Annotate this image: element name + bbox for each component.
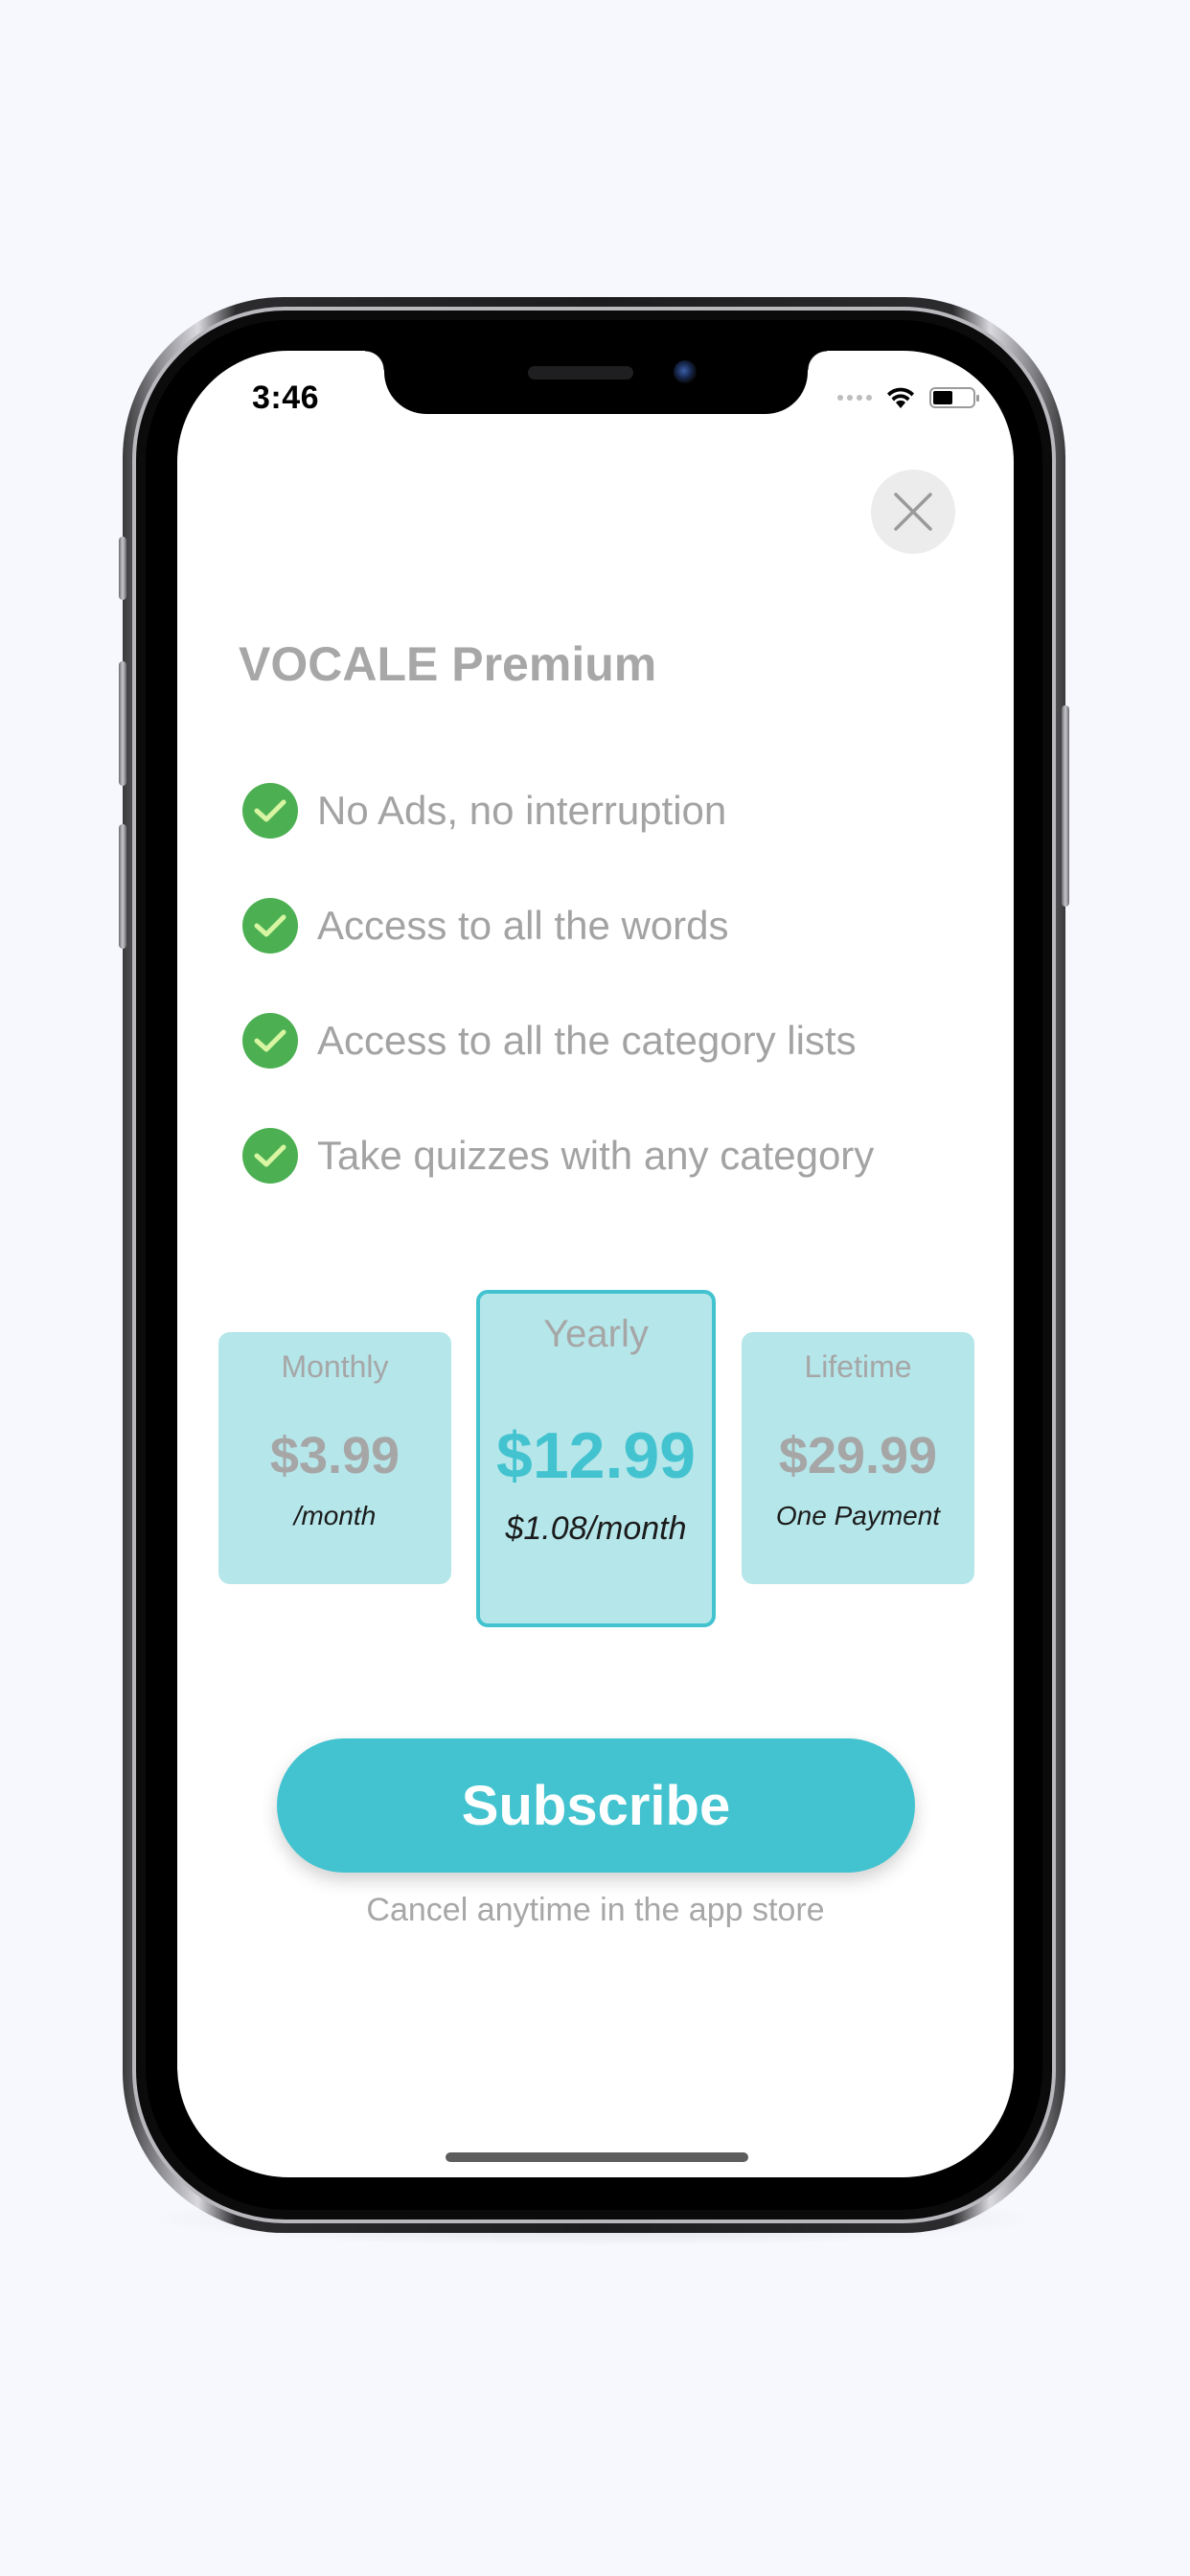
feature-text: Access to all the words [317,903,729,948]
mute-switch [119,537,126,600]
close-button[interactable] [871,470,955,554]
feature-item: Access to all the category lists [242,1012,932,1070]
battery-icon [929,387,979,408]
app-preview-stage: 3:46 VOCALE Premium No Ads, no interrupt… [0,0,1190,2576]
feature-text: Access to all the category lists [317,1018,857,1063]
power-button [1062,705,1069,907]
speaker-grille [528,366,633,380]
subscribe-button[interactable]: Subscribe [277,1738,915,1873]
feature-text: No Ads, no interruption [317,788,727,833]
plan-name: Monthly [281,1349,389,1384]
feature-item: Access to all the words [242,897,932,954]
feature-item: No Ads, no interruption [242,782,932,840]
close-icon [894,493,932,531]
plan-price: $12.99 [496,1419,696,1492]
checkmark-icon [242,1128,298,1184]
plan-price: $29.99 [778,1427,938,1484]
feature-item: Take quizzes with any category [242,1127,932,1184]
signal-icon [837,395,872,401]
feature-text: Take quizzes with any category [317,1133,875,1178]
checkmark-icon [242,1013,298,1069]
phone-screen: 3:46 VOCALE Premium No Ads, no interrupt… [177,351,1014,2177]
front-camera [674,360,697,383]
plan-subtext: /month [293,1501,377,1530]
plan-monthly[interactable]: Monthly $3.99 /month [218,1332,451,1584]
status-time: 3:46 [252,380,320,416]
checkmark-icon [242,783,298,839]
volume-up-button [119,661,126,786]
plan-name: Lifetime [804,1349,912,1384]
plan-subtext: $1.08/month [505,1510,687,1547]
notch [365,351,827,414]
plan-price: $3.99 [269,1427,400,1484]
page-title: VOCALE Premium [239,637,657,691]
wifi-icon [887,387,914,408]
plan-name: Yearly [543,1313,649,1355]
plan-subtext: One Payment [775,1501,941,1530]
checkmark-icon [242,898,298,954]
volume-down-button [119,824,126,949]
status-icons [837,383,979,412]
plan-lifetime[interactable]: Lifetime $29.99 One Payment [742,1332,974,1584]
plan-yearly[interactable]: Yearly $12.99 $1.08/month [476,1290,716,1627]
cancel-note: Cancel anytime in the app store [366,1892,825,1928]
home-indicator[interactable] [446,2152,748,2162]
